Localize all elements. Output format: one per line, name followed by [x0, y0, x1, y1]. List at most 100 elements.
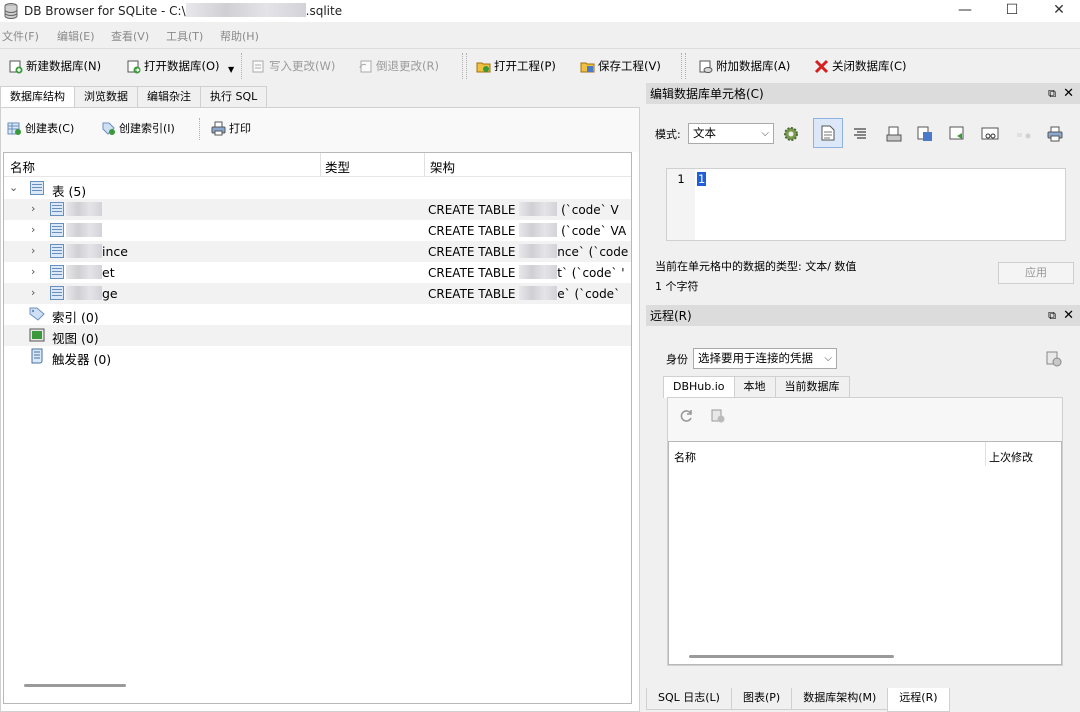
tab-edit-pragmas[interactable]: 编辑杂注: [137, 86, 201, 107]
open-project-button[interactable]: 打开工程(P): [476, 55, 556, 77]
revert-changes-button[interactable]: 倒退更改(R): [358, 55, 439, 77]
toolbar-separator: [241, 53, 242, 79]
set-null-icon[interactable]: [946, 123, 968, 145]
cell-value-editor[interactable]: 1 1: [666, 168, 1066, 241]
redacted-table-name: [66, 223, 102, 237]
remote-panel: 身份 选择要用于连接的凭据 ⌵ DBHub.io 本地 当前数据库 名称 上次修改: [646, 326, 1080, 686]
refresh-icon[interactable]: [678, 408, 694, 424]
toolbar-separator: [199, 118, 200, 140]
chevron-down-icon[interactable]: ⌄: [9, 181, 18, 194]
preview-icon[interactable]: [979, 123, 1001, 145]
remote-settings-icon[interactable]: [1045, 350, 1063, 368]
column-divider: [320, 153, 321, 177]
menu-view[interactable]: 查看(V): [111, 28, 149, 44]
table-row[interactable]: › ince CREATE TABLE nce` (`code: [4, 241, 631, 262]
toolbar-separator: [462, 53, 463, 79]
tab-sql-log[interactable]: SQL 日志(L): [646, 688, 732, 710]
text-mode-icon[interactable]: [813, 118, 843, 148]
redacted-path: [185, 3, 306, 17]
schema-tree[interactable]: 名称 类型 架构 ⌄ 表 (5) › CREATE TABLE (`code` …: [3, 152, 632, 704]
menu-bar: 文件(F) 编辑(E) 查看(V) 工具(T) 帮助(H): [0, 26, 1080, 46]
tree-node-triggers[interactable]: 触发器 (0): [4, 346, 631, 367]
float-icon[interactable]: ⧉: [1048, 305, 1056, 327]
menu-tools[interactable]: 工具(T): [166, 28, 203, 44]
float-icon[interactable]: ⧉: [1048, 83, 1056, 105]
chevron-right-icon[interactable]: ›: [31, 202, 35, 215]
tab-dbhub[interactable]: DBHub.io: [663, 376, 735, 398]
word-wrap-icon[interactable]: [849, 123, 871, 145]
apply-button[interactable]: 应用: [998, 262, 1074, 284]
tree-node-indexes[interactable]: 索引 (0): [4, 304, 631, 325]
chevron-right-icon[interactable]: ›: [31, 265, 35, 278]
tab-execute-sql[interactable]: 执行 SQL: [200, 86, 268, 107]
horizontal-scrollbar[interactable]: [24, 684, 126, 687]
tree-node-tables[interactable]: ⌄ 表 (5): [4, 178, 631, 199]
column-name-header[interactable]: 名称: [674, 449, 696, 465]
tab-db-schema[interactable]: 数据库架构(M): [791, 688, 889, 710]
create-table-button[interactable]: 创建表(C): [7, 120, 74, 136]
new-database-button[interactable]: 新建数据库(N): [8, 55, 101, 77]
tab-remote[interactable]: 远程(R): [887, 688, 950, 712]
tree-node-views[interactable]: 视图 (0): [4, 325, 631, 346]
close-window-button[interactable]: ✕: [1036, 0, 1080, 22]
remote-database-list[interactable]: 名称 上次修改: [668, 441, 1062, 665]
write-changes-icon: [252, 60, 264, 72]
identity-select[interactable]: 选择要用于连接的凭据 ⌵: [693, 348, 837, 369]
tab-database-structure[interactable]: 数据库结构: [0, 86, 75, 108]
table-icon: [50, 202, 64, 216]
open-dropdown-arrow-icon[interactable]: ▼: [228, 65, 234, 74]
mode-select[interactable]: 文本 ⌵: [688, 123, 774, 144]
printer-icon: [211, 121, 226, 135]
close-database-button[interactable]: 关闭数据库(C): [814, 55, 907, 77]
close-icon[interactable]: ✕: [1063, 83, 1074, 105]
column-schema-header[interactable]: 架构: [430, 157, 455, 176]
left-pane: 数据库结构 浏览数据 编辑杂注 执行 SQL 创建表(C) 创建索引(I) 打印…: [0, 86, 640, 712]
chevron-right-icon[interactable]: ›: [31, 244, 35, 257]
tab-browse-data[interactable]: 浏览数据: [74, 86, 138, 107]
menu-help[interactable]: 帮助(H): [220, 28, 259, 44]
tree-header: 名称 类型 架构: [4, 153, 631, 177]
toolbar-separator: [685, 53, 686, 79]
close-icon[interactable]: ✕: [1063, 305, 1074, 327]
printer-icon[interactable]: [1044, 123, 1066, 145]
create-index-button[interactable]: 创建索引(I): [101, 120, 175, 136]
chevron-right-icon[interactable]: ›: [31, 223, 35, 236]
null-value-icon[interactable]: [1013, 123, 1035, 145]
write-changes-button[interactable]: 写入更改(W): [251, 55, 335, 77]
cell-value-text: 1: [697, 172, 707, 186]
export-file-icon[interactable]: [914, 123, 936, 145]
save-project-button[interactable]: 保存工程(V): [580, 55, 661, 77]
import-file-icon[interactable]: [883, 123, 905, 145]
column-divider: [424, 153, 425, 177]
attach-database-button[interactable]: 附加数据库(A): [698, 55, 790, 77]
tab-current-database[interactable]: 当前数据库: [774, 376, 850, 397]
trigger-script-icon: [31, 348, 43, 364]
minimize-button[interactable]: —: [942, 0, 988, 22]
table-row[interactable]: › et CREATE TABLE t` (`code` ': [4, 262, 631, 283]
table-row[interactable]: › CREATE TABLE (`code` VA: [4, 220, 631, 241]
clone-database-icon[interactable]: [710, 408, 726, 424]
column-type-header[interactable]: 类型: [325, 157, 350, 176]
attach-database-icon: [699, 60, 713, 73]
table-row[interactable]: › ge CREATE TABLE e` (`code`: [4, 283, 631, 304]
auto-switch-gear-icon[interactable]: [780, 123, 802, 145]
maximize-button[interactable]: ☐: [989, 0, 1035, 22]
menu-file[interactable]: 文件(F): [2, 28, 39, 44]
chevron-right-icon[interactable]: ›: [31, 286, 35, 299]
mode-label: 模式:: [655, 128, 681, 141]
identity-label: 身份: [666, 353, 688, 366]
open-database-button[interactable]: 打开数据库(O): [126, 55, 220, 77]
horizontal-scrollbar[interactable]: [689, 655, 894, 658]
tab-plot[interactable]: 图表(P): [730, 688, 793, 710]
char-count: 1 个字符: [655, 280, 699, 293]
close-database-icon: [814, 59, 829, 73]
table-group-icon: [30, 181, 44, 195]
tab-local[interactable]: 本地: [733, 376, 776, 397]
remote-dock-title: 远程(R) ⧉ ✕: [646, 305, 1080, 327]
menu-edit[interactable]: 编辑(E): [57, 28, 95, 44]
column-name-header[interactable]: 名称: [10, 157, 35, 176]
print-button[interactable]: 打印: [211, 120, 251, 136]
column-last-modified-header[interactable]: 上次修改: [989, 449, 1033, 465]
table-row[interactable]: › CREATE TABLE (`code` V: [4, 199, 631, 220]
app-db-icon: [4, 3, 18, 19]
